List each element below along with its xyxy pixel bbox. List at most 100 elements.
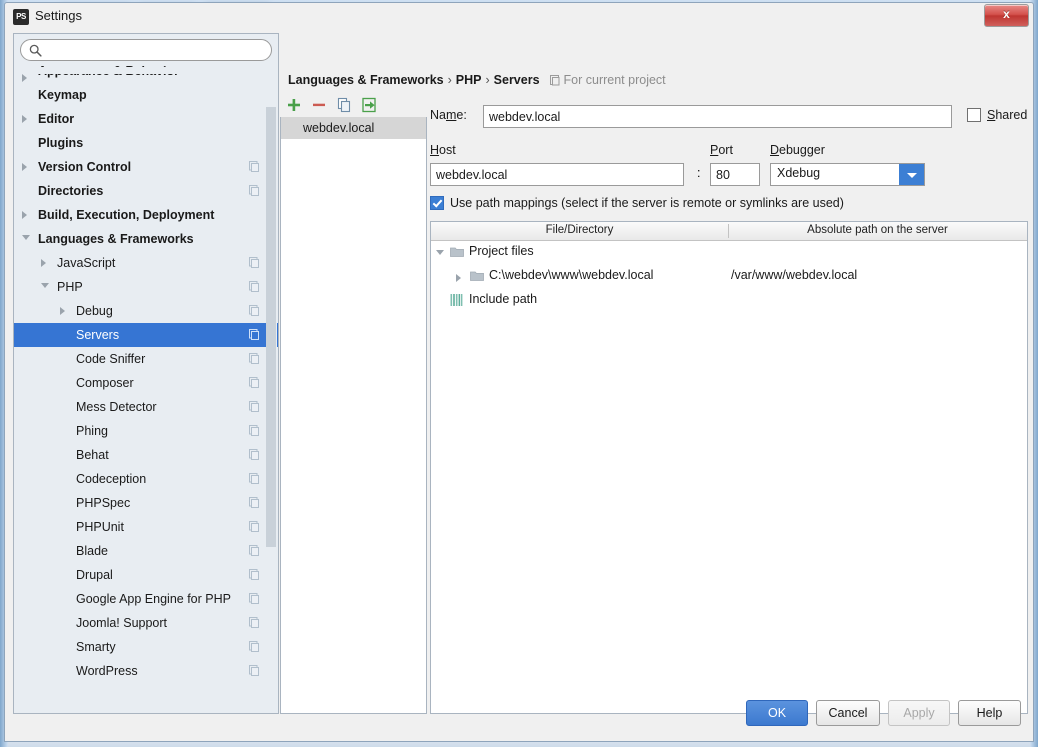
sidebar-item-label: Joomla! Support (76, 611, 167, 635)
host-input[interactable] (430, 163, 684, 186)
name-input[interactable] (483, 105, 952, 128)
sidebar-item-code-sniffer[interactable]: Code Sniffer (14, 347, 278, 371)
chevron-right-icon[interactable] (60, 307, 65, 315)
sidebar-item-label: Drupal (76, 563, 113, 587)
project-scope-icon (550, 75, 561, 86)
breadcrumb-item-php[interactable]: PHP (456, 73, 482, 87)
sidebar-item-debug[interactable]: Debug (14, 299, 278, 323)
sidebar-item-directories[interactable]: Directories (14, 179, 278, 203)
sidebar-item-behat[interactable]: Behat (14, 443, 278, 467)
sidebar-item-version-control[interactable]: Version Control (14, 155, 278, 179)
table-row[interactable]: C:\webdev\www\webdev.local/var/www/webde… (431, 265, 1027, 289)
tree-top-clip (15, 67, 277, 74)
sidebar-item-phpunit[interactable]: PHPUnit (14, 515, 278, 539)
project-badge-icon (249, 665, 260, 676)
project-badge-icon (249, 305, 260, 316)
chevron-right-icon[interactable] (456, 274, 461, 282)
column-header-server-path[interactable]: Absolute path on the server (729, 224, 1026, 236)
chevron-right-icon[interactable] (22, 115, 27, 123)
sidebar-item-label: Directories (38, 179, 103, 203)
sidebar-item-phpspec[interactable]: PHPSpec (14, 491, 278, 515)
sidebar-item-plugins[interactable]: Plugins (14, 131, 278, 155)
project-badge-icon (249, 185, 260, 196)
server-list-item[interactable]: webdev.local (281, 117, 426, 139)
path-mappings-checkbox[interactable] (430, 196, 444, 210)
shared-checkbox-row[interactable]: Shared (967, 108, 1027, 122)
search-input[interactable] (47, 42, 269, 61)
debugger-dropdown-button[interactable] (899, 164, 924, 185)
sidebar-item-servers[interactable]: Servers (14, 323, 278, 347)
sidebar-item-label: WordPress (76, 659, 138, 683)
breadcrumb-separator-2: › (485, 73, 489, 87)
chevron-down-icon[interactable] (41, 283, 49, 288)
breadcrumb-item-servers[interactable]: Servers (494, 73, 540, 87)
debugger-select[interactable]: Xdebug (770, 163, 925, 186)
port-input[interactable] (710, 163, 760, 186)
mapping-server-path: /var/www/webdev.local (731, 268, 857, 282)
import-server-button[interactable] (360, 96, 378, 114)
sidebar-item-keymap[interactable]: Keymap (14, 83, 278, 107)
chevron-right-icon[interactable] (41, 259, 46, 267)
chevron-down-icon[interactable] (436, 250, 444, 255)
sidebar-item-label: Google App Engine for PHP (76, 587, 231, 611)
chevron-down-icon[interactable] (22, 235, 30, 240)
sidebar-item-label: Languages & Frameworks (38, 227, 194, 251)
project-badge-icon (249, 377, 260, 388)
shared-label: Shared (987, 108, 1027, 122)
copy-server-button[interactable] (335, 96, 353, 114)
search-box[interactable] (20, 39, 272, 61)
sidebar-item-label: Behat (76, 443, 109, 467)
table-header: File/Directory Absolute path on the serv… (431, 222, 1027, 241)
sidebar-item-label: Debug (76, 299, 113, 323)
project-badge-icon (249, 641, 260, 652)
scope-label: For current project (550, 73, 666, 87)
project-badge-icon (249, 161, 260, 172)
path-mappings-table[interactable]: File/Directory Absolute path on the serv… (430, 221, 1028, 714)
sidebar-item-joomla-support[interactable]: Joomla! Support (14, 611, 278, 635)
settings-tree[interactable]: Appearance & BehaviorKeymapEditorPlugins… (14, 66, 278, 713)
cancel-button[interactable]: Cancel (816, 700, 880, 726)
settings-tree-panel: Appearance & BehaviorKeymapEditorPlugins… (13, 33, 279, 714)
sidebar-item-languages-frameworks[interactable]: Languages & Frameworks (14, 227, 278, 251)
add-server-button[interactable] (285, 96, 303, 114)
tree-scrollbar-thumb[interactable] (266, 107, 276, 547)
sidebar-item-wordpress[interactable]: WordPress (14, 659, 278, 683)
remove-server-button[interactable] (310, 96, 328, 114)
sidebar-item-blade[interactable]: Blade (14, 539, 278, 563)
sidebar-item-google-app-engine-for-php[interactable]: Google App Engine for PHP (14, 587, 278, 611)
name-label: Name: (430, 108, 467, 122)
ok-button[interactable]: OK (746, 700, 808, 726)
column-header-file-directory[interactable]: File/Directory (431, 224, 728, 236)
servers-list[interactable]: webdev.local (280, 117, 427, 714)
include-path-icon (450, 294, 463, 306)
tree-scrollbar-track[interactable] (267, 67, 277, 713)
folder-icon (450, 246, 464, 257)
sidebar-item-javascript[interactable]: JavaScript (14, 251, 278, 275)
sidebar-item-smarty[interactable]: Smarty (14, 635, 278, 659)
chevron-right-icon[interactable] (22, 211, 27, 219)
close-button[interactable]: x (984, 4, 1029, 27)
chevron-right-icon[interactable] (22, 74, 27, 82)
breadcrumb-item-languages[interactable]: Languages & Frameworks (288, 73, 444, 87)
project-badge-icon (249, 569, 260, 580)
help-button[interactable]: Help (958, 700, 1021, 726)
sidebar-item-php[interactable]: PHP (14, 275, 278, 299)
sidebar-item-label: Code Sniffer (76, 347, 145, 371)
sidebar-item-build-execution-deployment[interactable]: Build, Execution, Deployment (14, 203, 278, 227)
table-row[interactable]: Project files (431, 241, 1027, 265)
sidebar-item-composer[interactable]: Composer (14, 371, 278, 395)
sidebar-item-drupal[interactable]: Drupal (14, 563, 278, 587)
dialog-button-bar: OK Cancel Apply Help (5, 686, 1033, 741)
chevron-right-icon[interactable] (22, 163, 27, 171)
copy-icon (335, 96, 353, 114)
sidebar-item-mess-detector[interactable]: Mess Detector (14, 395, 278, 419)
sidebar-item-editor[interactable]: Editor (14, 107, 278, 131)
path-mappings-checkbox-row[interactable]: Use path mappings (select if the server … (430, 196, 844, 210)
sidebar-item-codeception[interactable]: Codeception (14, 467, 278, 491)
sidebar-item-phing[interactable]: Phing (14, 419, 278, 443)
sidebar-item-label: Composer (76, 371, 134, 395)
shared-checkbox[interactable] (967, 108, 981, 122)
table-row[interactable]: Include path (431, 289, 1027, 313)
sidebar-item-label: Keymap (38, 83, 87, 107)
servers-toolbar (280, 93, 427, 117)
